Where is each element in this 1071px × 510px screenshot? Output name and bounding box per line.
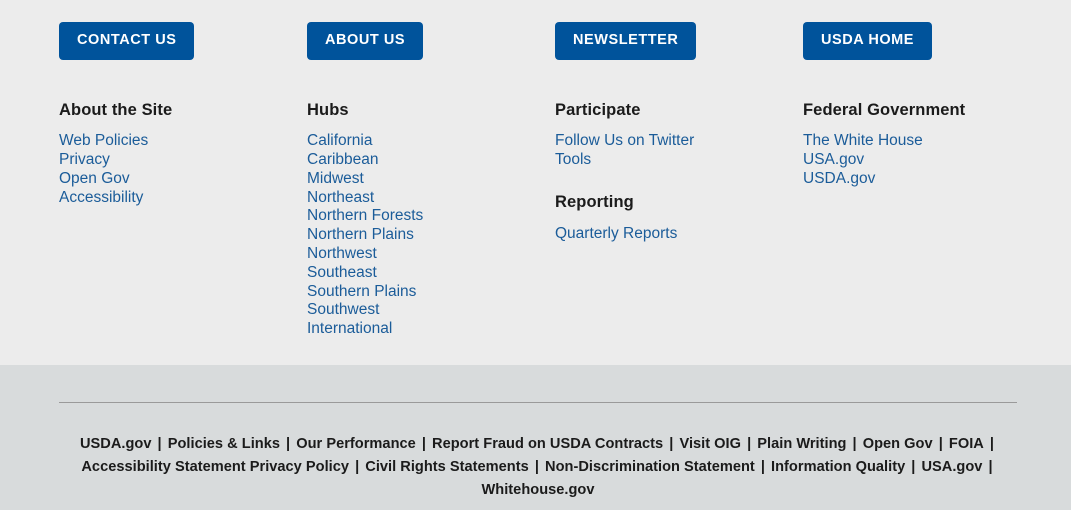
legal-link[interactable]: Policies & Links (168, 436, 280, 452)
list-item: The White House (803, 132, 1043, 151)
legal-separator: | (907, 459, 920, 475)
legal-separator: | (756, 459, 770, 475)
legal-link[interactable]: Plain Writing (757, 436, 846, 452)
footer-link-quarterly-reports[interactable]: Quarterly Reports (555, 225, 677, 244)
footer-column-about-the-site: CONTACT US About the Site Web Policies P… (59, 0, 289, 207)
legal-link[interactable]: Whitehouse.gov (482, 482, 595, 498)
about-us-button[interactable]: ABOUT US (307, 22, 424, 60)
footer-link-usda-gov[interactable]: USDA.gov (803, 170, 875, 189)
legal-separator: | (417, 436, 431, 452)
link-list-federal-government: The White House USA.gov USDA.gov (803, 132, 1043, 188)
legal-link[interactable]: Civil Rights Statements (365, 459, 528, 475)
footer-link-privacy[interactable]: Privacy (59, 151, 110, 170)
legal-link[interactable]: Visit OIG (679, 436, 741, 452)
list-item: Southeast (307, 264, 537, 283)
legal-separator: | (281, 436, 295, 452)
footer-link-northwest[interactable]: Northwest (307, 245, 377, 264)
footer-link-northeast[interactable]: Northeast (307, 189, 374, 208)
legal-link[interactable]: Accessibility Statement Privacy Policy (81, 459, 349, 475)
footer-link-caribbean[interactable]: Caribbean (307, 151, 379, 170)
footer-link-web-policies[interactable]: Web Policies (59, 132, 148, 151)
footer-link-northern-plains[interactable]: Northern Plains (307, 226, 414, 245)
legal-links-bar: USDA.gov | Policies & Links | Our Perfor… (59, 433, 1017, 502)
footer-upper-section: CONTACT US About the Site Web Policies P… (0, 0, 1071, 365)
list-item: Northwest (307, 245, 537, 264)
footer-link-follow-us-on-twitter[interactable]: Follow Us on Twitter (555, 132, 694, 151)
legal-link[interactable]: Open Gov (863, 436, 933, 452)
list-item: USA.gov (803, 151, 1043, 170)
list-item: Midwest (307, 170, 537, 189)
footer-column-federal-government: USDA HOME Federal Government The White H… (803, 0, 1043, 189)
list-item: Northeast (307, 189, 537, 208)
legal-separator: | (743, 436, 756, 452)
usda-home-button[interactable]: USDA HOME (803, 22, 933, 60)
legal-link[interactable]: Non-Discrimination Statement (545, 459, 755, 475)
newsletter-button[interactable]: NEWSLETTER (555, 22, 697, 60)
list-item: Accessibility (59, 189, 289, 208)
footer-link-usa-gov[interactable]: USA.gov (803, 151, 864, 170)
list-item: Caribbean (307, 151, 537, 170)
legal-separator: | (848, 436, 861, 452)
footer-link-tools[interactable]: Tools (555, 151, 591, 170)
footer-link-international[interactable]: International (307, 320, 392, 339)
legal-link[interactable]: USDA.gov (80, 436, 152, 452)
legal-link[interactable]: Information Quality (771, 459, 905, 475)
column-heading-reporting: Reporting (555, 192, 634, 211)
list-item: Web Policies (59, 132, 289, 151)
column-heading-participate: Participate (555, 100, 641, 119)
footer-link-accessibility[interactable]: Accessibility (59, 189, 143, 208)
column-heading-hubs: Hubs (307, 100, 349, 119)
legal-link[interactable]: FOIA (949, 436, 984, 452)
column-heading-federal-government: Federal Government (803, 100, 966, 119)
legal-link[interactable]: Our Performance (296, 436, 416, 452)
footer-link-midwest[interactable]: Midwest (307, 170, 364, 189)
legal-separator: | (934, 436, 947, 452)
list-item: California (307, 132, 537, 151)
footer-link-northern-forests[interactable]: Northern Forests (307, 207, 423, 226)
footer-column-hubs: ABOUT US Hubs California Caribbean Midwe… (307, 0, 537, 339)
column-heading-about-the-site: About the Site (59, 100, 173, 119)
footer-lower-section: USDA.gov | Policies & Links | Our Perfor… (0, 365, 1071, 510)
footer-link-open-gov[interactable]: Open Gov (59, 170, 130, 189)
link-list-about-the-site: Web Policies Privacy Open Gov Accessibil… (59, 132, 289, 207)
footer-link-southwest[interactable]: Southwest (307, 301, 379, 320)
legal-separator: | (984, 459, 993, 475)
legal-separator: | (530, 459, 544, 475)
list-item: International (307, 320, 537, 339)
legal-separator: | (153, 436, 166, 452)
list-item: Northern Plains (307, 226, 537, 245)
link-list-participate: Follow Us on Twitter Tools (555, 132, 785, 170)
site-footer: CONTACT US About the Site Web Policies P… (0, 0, 1071, 510)
legal-separator: | (665, 436, 678, 452)
legal-link[interactable]: Report Fraud on USDA Contracts (432, 436, 663, 452)
list-item: Northern Forests (307, 207, 537, 226)
list-item: Tools (555, 151, 785, 170)
footer-link-southern-plains[interactable]: Southern Plains (307, 283, 416, 302)
footer-columns: CONTACT US About the Site Web Policies P… (0, 0, 1071, 365)
footer-link-southeast[interactable]: Southeast (307, 264, 377, 283)
footer-column-participate: NEWSLETTER Participate Follow Us on Twit… (555, 0, 785, 243)
link-list-hubs: California Caribbean Midwest Northeast N… (307, 132, 537, 339)
list-item: Follow Us on Twitter (555, 132, 785, 151)
list-item: USDA.gov (803, 170, 1043, 189)
legal-separator: | (351, 459, 364, 475)
list-item: Quarterly Reports (555, 225, 785, 244)
list-item: Privacy (59, 151, 289, 170)
list-item: Open Gov (59, 170, 289, 189)
contact-us-button[interactable]: CONTACT US (59, 22, 195, 60)
footer-divider (59, 402, 1017, 403)
legal-link[interactable]: USA.gov (921, 459, 982, 475)
list-item: Southern Plains (307, 283, 537, 302)
footer-link-california[interactable]: California (307, 132, 372, 151)
footer-link-the-white-house[interactable]: The White House (803, 132, 923, 151)
list-item: Southwest (307, 301, 537, 320)
link-list-reporting: Quarterly Reports (555, 225, 785, 244)
legal-separator: | (985, 436, 995, 452)
